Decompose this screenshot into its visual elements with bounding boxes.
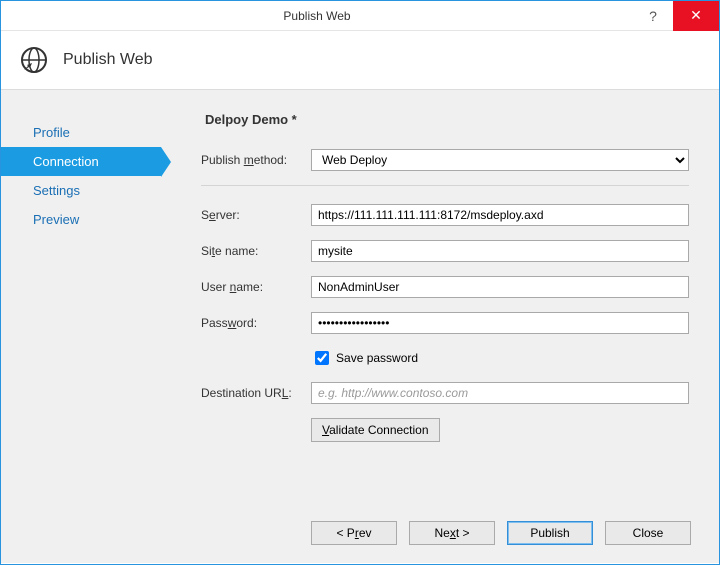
sidebar-item-settings[interactable]: Settings [1, 176, 161, 205]
prev-button[interactable]: < Prev [311, 521, 397, 545]
publish-method-select[interactable]: Web Deploy [311, 149, 689, 171]
password-input[interactable] [311, 312, 689, 334]
window-title: Publish Web [1, 9, 633, 23]
validate-connection-button[interactable]: Validate Connection [311, 418, 440, 442]
sidebar-item-label: Profile [33, 125, 70, 140]
sidebar-item-label: Connection [33, 154, 99, 169]
wizard-steps: Profile Connection Settings Preview [1, 90, 161, 563]
sidebar-item-preview[interactable]: Preview [1, 205, 161, 234]
wizard-footer: < Prev Next > Publish Close [311, 521, 691, 545]
user-name-input[interactable] [311, 276, 689, 298]
connection-form: Delpoy Demo * Publish method: Web Deploy… [161, 90, 719, 563]
sidebar-item-label: Preview [33, 212, 79, 227]
title-bar: Publish Web ? ✕ [1, 1, 719, 31]
save-password-label: Save password [336, 351, 418, 365]
sidebar-item-connection[interactable]: Connection [1, 147, 161, 176]
save-password-checkbox[interactable] [315, 351, 329, 365]
destination-url-label: Destination URL: [201, 386, 311, 400]
site-name-input[interactable] [311, 240, 689, 262]
password-label: Password: [201, 316, 311, 330]
publish-method-label: Publish method: [201, 153, 311, 167]
next-button[interactable]: Next > [409, 521, 495, 545]
destination-url-input[interactable] [311, 382, 689, 404]
server-label: Server: [201, 208, 311, 222]
help-button[interactable]: ? [633, 1, 673, 31]
site-name-label: Site name: [201, 244, 311, 258]
sidebar-item-profile[interactable]: Profile [1, 118, 161, 147]
profile-name: Delpoy Demo * [205, 112, 689, 127]
close-button[interactable]: Close [605, 521, 691, 545]
dialog-header: Publish Web [1, 31, 719, 90]
divider [201, 185, 689, 186]
globe-publish-icon [19, 45, 49, 75]
server-input[interactable] [311, 204, 689, 226]
publish-button[interactable]: Publish [507, 521, 593, 545]
dialog-title: Publish Web [63, 51, 153, 69]
sidebar-item-label: Settings [33, 183, 80, 198]
user-name-label: User name: [201, 280, 311, 294]
content-area: Profile Connection Settings Preview Delp… [1, 90, 719, 563]
close-window-button[interactable]: ✕ [673, 1, 719, 31]
